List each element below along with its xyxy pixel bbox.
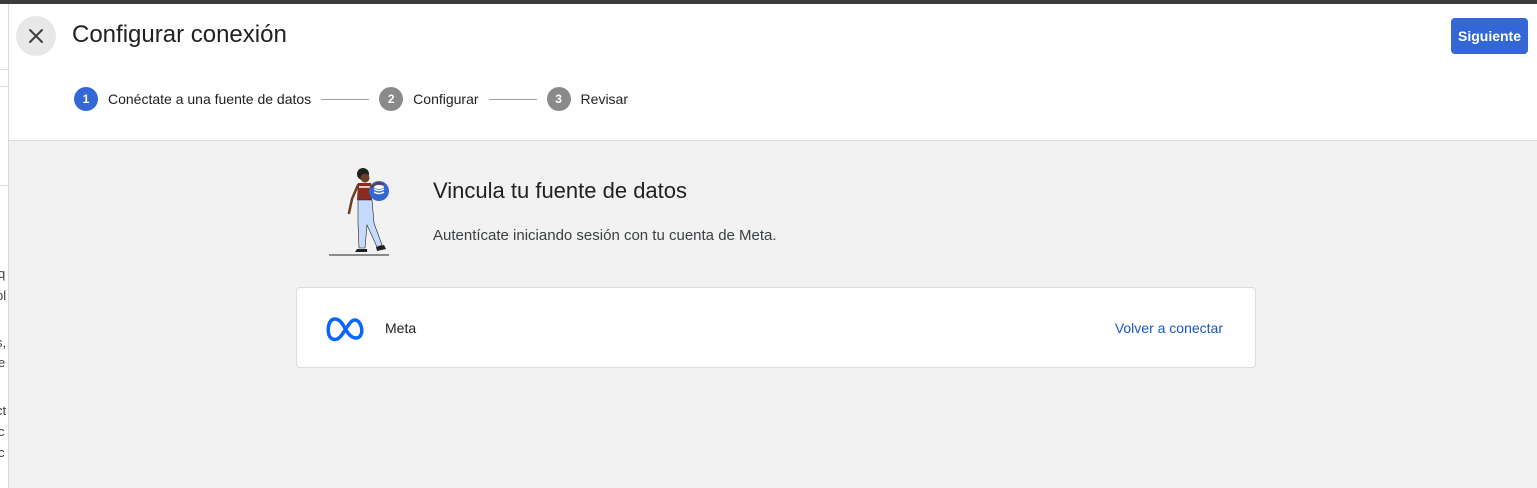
section-heading: Vincula tu fuente de datos	[433, 178, 688, 203]
dialog-title: Configurar conexión	[72, 21, 287, 48]
step-label: Revisar	[580, 91, 629, 107]
configure-connection-dialog: Configurar conexión Siguiente 1 Conéctat…	[9, 4, 1537, 488]
underlay-text: c	[0, 445, 5, 460]
underlay-text: q	[0, 266, 5, 281]
background-page-strip: q bl s, e ct c c	[0, 4, 9, 488]
step-number: 2	[379, 87, 404, 111]
underlay-text: e	[0, 355, 5, 370]
step-connector	[488, 98, 537, 100]
step-review: 3 Revisar	[546, 87, 629, 111]
underlay-text: c	[0, 424, 5, 439]
underlay-text: s,	[0, 335, 7, 350]
data-source-name: Meta	[385, 320, 417, 336]
reconnect-link[interactable]: Volver a conectar	[1115, 320, 1223, 336]
underlay-divider	[0, 69, 8, 70]
step-number: 3	[546, 87, 571, 111]
close-button[interactable]	[16, 16, 56, 56]
step-connect: 1 Conéctate a una fuente de datos	[74, 87, 311, 111]
meta-logo-icon	[326, 317, 364, 342]
data-source-card: Meta Volver a conectar	[296, 287, 1256, 368]
step-label: Configurar	[413, 91, 479, 107]
section-description: Autentícate iniciando sesión con tu cuen…	[433, 227, 777, 244]
step-configure: 2 Configurar	[379, 87, 479, 111]
step-connector	[321, 98, 370, 100]
underlay-text: bl	[0, 288, 7, 303]
step-label: Conéctate a una fuente de datos	[108, 91, 312, 107]
person-with-database-illustration	[329, 168, 389, 256]
next-button[interactable]: Siguiente	[1451, 18, 1528, 54]
close-icon	[29, 29, 43, 43]
underlay-divider	[0, 86, 8, 87]
stepper: 1 Conéctate a una fuente de datos 2 Conf…	[74, 87, 628, 111]
step-number: 1	[74, 87, 98, 111]
underlay-text: ct	[0, 403, 7, 418]
underlay-divider	[0, 185, 8, 186]
dialog-content: Vincula tu fuente de datos Autentícate i…	[9, 141, 1537, 488]
dialog-header: Configurar conexión Siguiente 1 Conéctat…	[9, 4, 1537, 141]
